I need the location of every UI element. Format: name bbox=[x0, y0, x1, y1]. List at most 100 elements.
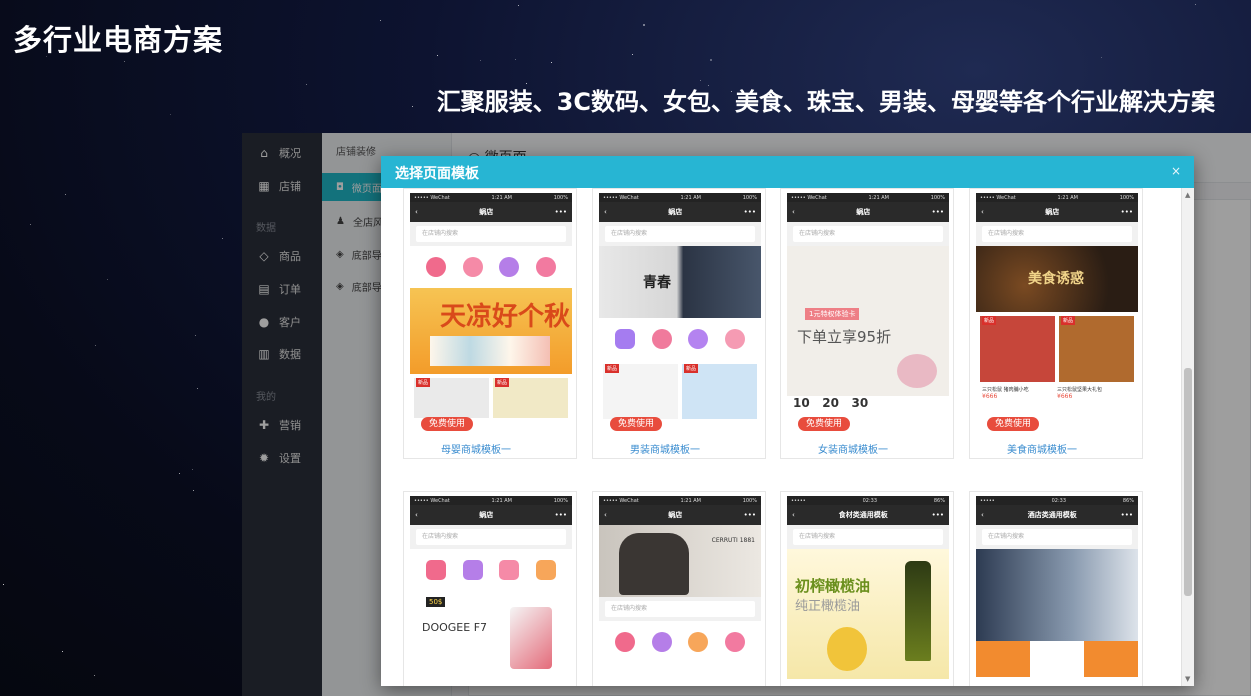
template-preview: ••••• WeChat 1:21 AM 100% ‹ 蜗店 ••• 在店铺内搜索 青春… bbox=[599, 193, 761, 419]
scroll-down-icon[interactable]: ▼ bbox=[1185, 675, 1190, 683]
template-preview: ••••• WeChat 1:21 AM 100% ‹ 蜗店 ••• 在店铺内搜索 1元… bbox=[787, 193, 949, 419]
star bbox=[700, 80, 701, 81]
modal-scrollbar[interactable]: ▲ ▼ bbox=[1181, 188, 1194, 686]
category-icon bbox=[688, 329, 709, 349]
scroll-up-icon[interactable]: ▲ bbox=[1185, 191, 1190, 199]
template-card-menswear-2[interactable]: ••••• WeChat 1:21 AM 100% ‹ 蜗店 ••• CERRUTI 1… bbox=[592, 491, 766, 686]
product-thumb: 新品 bbox=[603, 364, 678, 419]
product-thumb: 新品 bbox=[682, 364, 757, 419]
star bbox=[95, 345, 96, 346]
product-thumb: 新品 bbox=[414, 378, 489, 418]
promo-banner-image: 天凉好个秋 bbox=[410, 288, 572, 374]
category-icon bbox=[651, 329, 672, 349]
more-icon: ••• bbox=[743, 208, 756, 216]
banner-photo: 1元特权体验卡 下单立享95折 bbox=[787, 246, 949, 396]
star bbox=[515, 59, 516, 60]
hotel-tile bbox=[1084, 641, 1138, 677]
hotel-tile bbox=[976, 641, 1030, 677]
template-preview: ••••• WeChat 1:21 AM 100% ‹ 蜗店 ••• 在店铺内搜索 天凉… bbox=[410, 193, 572, 419]
free-use-badge: 免费使用 bbox=[610, 417, 663, 431]
template-card-menswear[interactable]: ••••• WeChat 1:21 AM 100% ‹ 蜗店 ••• 在店铺内搜索 青春… bbox=[592, 188, 766, 459]
star bbox=[192, 469, 193, 470]
more-icon: ••• bbox=[554, 208, 567, 216]
star bbox=[170, 114, 171, 115]
banner-photo: 50$ DOOGEE F7 bbox=[410, 591, 572, 675]
more-icon: ••• bbox=[931, 208, 944, 216]
product-thumb: 新品 bbox=[980, 316, 1055, 382]
star bbox=[222, 238, 223, 239]
star bbox=[197, 388, 198, 389]
star bbox=[62, 651, 63, 652]
category-icon bbox=[535, 257, 556, 277]
star bbox=[518, 5, 519, 6]
template-card-electronics[interactable]: ••••• WeChat 1:21 AM 100% ‹ 蜗店 ••• 在店铺内搜索 50… bbox=[403, 491, 577, 686]
star bbox=[3, 584, 4, 585]
star bbox=[94, 675, 95, 676]
category-icon bbox=[688, 632, 709, 652]
template-name[interactable]: 女装商城模板一 bbox=[818, 441, 888, 456]
flower-decoration bbox=[897, 354, 937, 388]
star bbox=[480, 60, 481, 61]
free-use-badge: 免费使用 bbox=[987, 417, 1040, 431]
category-icon bbox=[615, 632, 636, 652]
category-icon bbox=[724, 329, 745, 349]
back-icon: ‹ bbox=[792, 511, 795, 519]
star bbox=[551, 62, 552, 63]
banner-photo: 青春 bbox=[599, 246, 761, 318]
template-name[interactable]: 美食商城模板一 bbox=[1007, 441, 1077, 456]
banner-photo: 美食诱惑 bbox=[976, 246, 1138, 312]
category-icons bbox=[410, 246, 572, 288]
modal-title: 选择页面模板 bbox=[395, 166, 479, 182]
back-icon: ‹ bbox=[792, 208, 795, 216]
more-icon: ••• bbox=[554, 511, 567, 519]
star bbox=[124, 61, 125, 62]
star bbox=[107, 279, 108, 280]
star bbox=[1195, 4, 1196, 5]
star bbox=[643, 24, 645, 26]
back-icon: ‹ bbox=[604, 511, 607, 519]
template-card-womenswear[interactable]: ••••• WeChat 1:21 AM 100% ‹ 蜗店 ••• 在店铺内搜索 1元… bbox=[780, 188, 954, 459]
product-thumb: 新品 bbox=[1059, 316, 1134, 382]
more-icon: ••• bbox=[1120, 208, 1133, 216]
back-icon: ‹ bbox=[415, 511, 418, 519]
product-thumb: 新品 bbox=[493, 378, 568, 418]
template-preview: ••••• WeChat 1:21 AM 100% ‹ 蜗店 ••• CERRUTI 1… bbox=[599, 496, 761, 686]
template-card-groceries[interactable]: ••••• 02:33 86% ‹ 食材类通用模板 ••• 在店铺内搜索 初榨橄榄油 纯… bbox=[780, 491, 954, 686]
back-icon: ‹ bbox=[415, 208, 418, 216]
close-icon[interactable]: × bbox=[1171, 164, 1181, 178]
back-icon: ‹ bbox=[981, 208, 984, 216]
category-icon bbox=[724, 632, 745, 652]
star bbox=[437, 55, 438, 56]
template-card-maternity[interactable]: ••••• WeChat 1:21 AM 100% ‹ 蜗店 ••• 在店铺内搜索 天凉… bbox=[403, 188, 577, 459]
star bbox=[179, 473, 180, 474]
phone-status-bar: ••••• WeChat 1:21 AM 100% bbox=[410, 193, 572, 202]
category-icon bbox=[426, 257, 447, 277]
star bbox=[193, 490, 194, 491]
template-preview: ••••• WeChat 1:21 AM 100% ‹ 蜗店 ••• 在店铺内搜索 美食… bbox=[976, 193, 1138, 419]
phone-nav-bar: ‹ 蜗店 ••• bbox=[410, 202, 572, 222]
page-subtitle: 汇聚服装、3C数码、女包、美食、珠宝、男装、母婴等各个行业解决方案 bbox=[436, 88, 1215, 116]
phone-product-image bbox=[510, 607, 552, 669]
star bbox=[380, 20, 381, 21]
modal-body: ••••• WeChat 1:21 AM 100% ‹ 蜗店 ••• 在店铺内搜索 天凉… bbox=[381, 188, 1181, 686]
category-icon bbox=[462, 257, 483, 277]
star bbox=[710, 59, 712, 61]
star bbox=[1101, 57, 1102, 58]
template-name[interactable]: 男装商城模板一 bbox=[630, 441, 700, 456]
category-icon bbox=[499, 257, 520, 277]
star bbox=[195, 335, 196, 336]
scroll-thumb[interactable] bbox=[1184, 368, 1192, 596]
oil-bottle-image bbox=[905, 561, 931, 661]
free-use-badge: 免费使用 bbox=[421, 417, 474, 431]
template-card-hotel[interactable]: ••••• 02:33 86% ‹ 酒店类通用模板 ••• 在店铺内搜索 bbox=[969, 491, 1143, 686]
back-icon: ‹ bbox=[981, 511, 984, 519]
template-card-food[interactable]: ••••• WeChat 1:21 AM 100% ‹ 蜗店 ••• 在店铺内搜索 美食… bbox=[969, 188, 1143, 459]
phone-search: 在店铺内搜索 bbox=[410, 222, 572, 246]
template-name[interactable]: 母婴商城模板一 bbox=[441, 441, 511, 456]
laptop-category-icon bbox=[535, 560, 556, 580]
page-title: 多行业电商方案 bbox=[13, 23, 224, 57]
star bbox=[632, 54, 633, 55]
banner-photo: CERRUTI 1881 bbox=[599, 525, 761, 597]
banner-photo bbox=[976, 549, 1138, 641]
star bbox=[412, 106, 413, 107]
